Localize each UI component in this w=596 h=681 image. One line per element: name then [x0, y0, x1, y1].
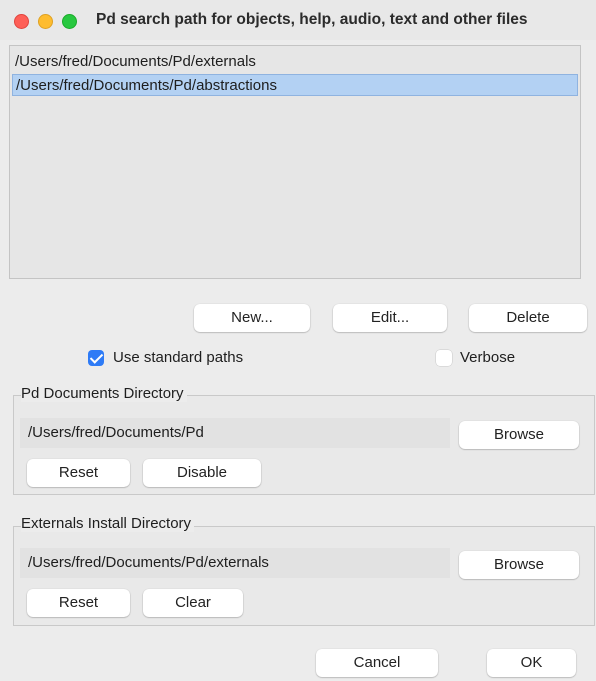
browse-documents-button[interactable]: Browse: [459, 421, 579, 449]
search-path-list[interactable]: /Users/fred/Documents/Pd/externals /User…: [9, 45, 581, 279]
pd-documents-directory-title: Pd Documents Directory: [21, 385, 187, 402]
browse-externals-button[interactable]: Browse: [459, 551, 579, 579]
edit-path-button[interactable]: Edit...: [333, 304, 447, 332]
reset-externals-button[interactable]: Reset: [27, 589, 130, 617]
close-window-button[interactable]: [14, 14, 29, 29]
disable-documents-button[interactable]: Disable: [143, 459, 261, 487]
externals-install-directory-title: Externals Install Directory: [21, 515, 195, 532]
pd-documents-path-field[interactable]: /Users/fred/Documents/Pd: [20, 418, 450, 448]
path-list-item[interactable]: /Users/fred/Documents/Pd/externals: [12, 51, 578, 73]
reset-documents-button[interactable]: Reset: [27, 459, 130, 487]
delete-path-button[interactable]: Delete: [469, 304, 587, 332]
externals-install-path-field[interactable]: /Users/fred/Documents/Pd/externals: [20, 548, 450, 578]
path-list-item-selected[interactable]: /Users/fred/Documents/Pd/abstractions: [12, 74, 578, 96]
new-path-button[interactable]: New...: [194, 304, 310, 332]
minimize-window-button[interactable]: [38, 14, 53, 29]
use-standard-paths-checkbox[interactable]: [88, 350, 104, 366]
zoom-window-button[interactable]: [62, 14, 77, 29]
cancel-button[interactable]: Cancel: [316, 649, 438, 677]
verbose-checkbox[interactable]: [436, 350, 452, 366]
ok-button[interactable]: OK: [487, 649, 576, 677]
title-bar: Pd search path for objects, help, audio,…: [0, 0, 596, 40]
verbose-label[interactable]: Verbose: [460, 349, 515, 366]
clear-externals-button[interactable]: Clear: [143, 589, 243, 617]
use-standard-paths-label[interactable]: Use standard paths: [113, 349, 243, 366]
window-title: Pd search path for objects, help, audio,…: [96, 11, 528, 28]
